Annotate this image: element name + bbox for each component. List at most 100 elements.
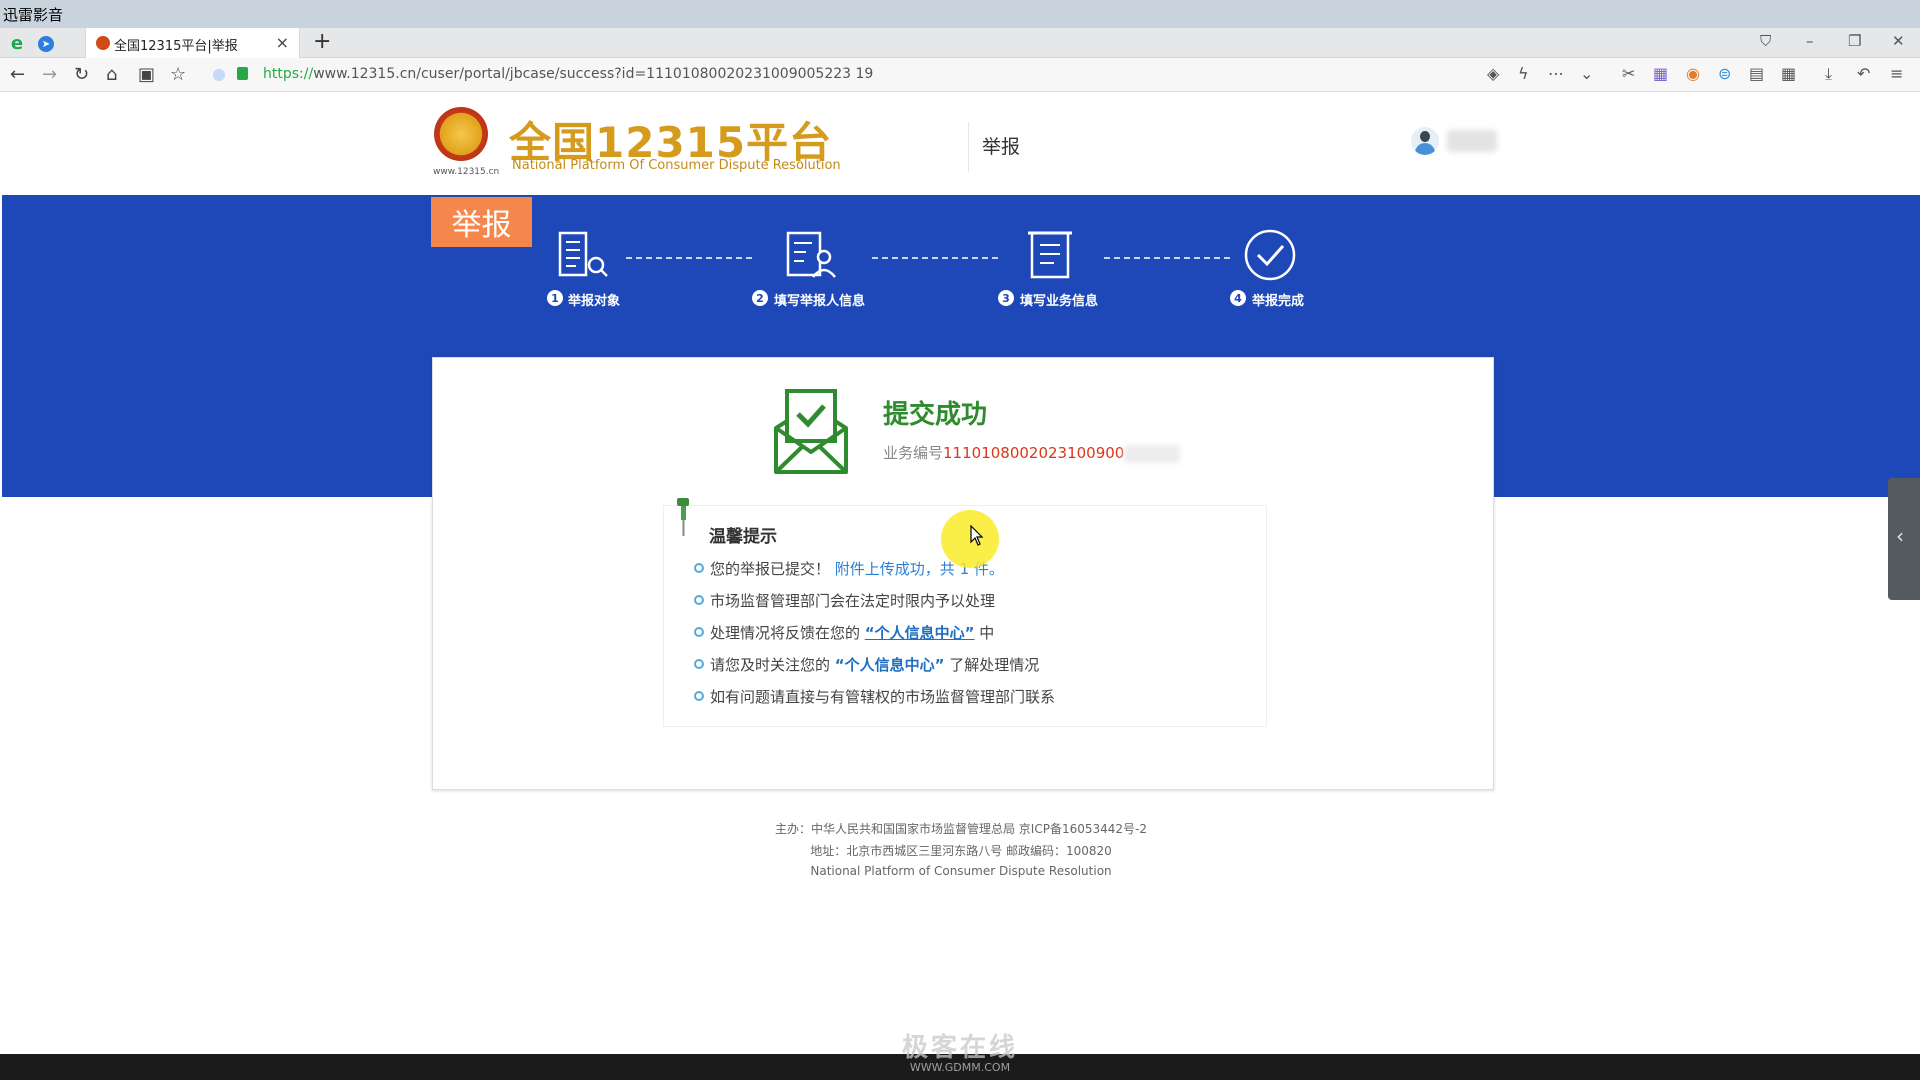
player-title: 迅雷影音 xyxy=(3,6,64,24)
check-complete-icon xyxy=(1244,229,1296,281)
watermark-logo: 极客在线 xyxy=(901,1033,1018,1063)
send-icon[interactable]: ➤ xyxy=(38,36,54,52)
bullet-icon xyxy=(694,691,704,701)
step-connector xyxy=(1104,257,1230,259)
new-tab-button[interactable]: + xyxy=(313,29,331,54)
url-field[interactable]: https://www.12315.cn/cuser/portal/jbcase… xyxy=(205,63,1465,87)
shield-icon[interactable]: ◈ xyxy=(1487,64,1499,83)
success-title: 提交成功 xyxy=(883,400,988,430)
bullet-icon xyxy=(694,595,704,605)
tip-item-2: 市场监督管理部门会在法定时限内予以处理 xyxy=(694,590,995,611)
case-number: 业务编号1110108002023100900 xyxy=(883,442,1181,463)
tip-2-text: 市场监督管理部门会在法定时限内予以处理 xyxy=(710,592,996,610)
address-toolbar: ← → ↻ ⌂ ▣ ☆ https://www.12315.cn/cuser/p… xyxy=(0,58,1920,92)
refresh-icon[interactable]: ↻ xyxy=(74,64,89,85)
envelope-check-icon xyxy=(774,389,848,474)
tip-item-5: 如有问题请直接与有管辖权的市场监督管理部门联系 xyxy=(694,686,1055,707)
step-connector xyxy=(626,257,752,259)
header-divider xyxy=(968,122,969,172)
personal-center-link[interactable]: “个人信息中心” xyxy=(865,624,975,642)
tip-item-4: 请您及时关注您的 “个人信息中心” 了解处理情况 xyxy=(694,654,1039,675)
tip-3-suffix: 中 xyxy=(979,624,995,642)
footer-sponsor: 主办：中华人民共和国国家市场监督管理总局 京ICP备16053442号-2 xyxy=(774,822,1147,836)
game-icon[interactable]: ◉ xyxy=(1686,64,1700,83)
close-window-icon[interactable]: ✕ xyxy=(1892,32,1905,50)
success-card: 提交成功 业务编号1110108002023100900 温馨提示 您的举报已提… xyxy=(432,357,1494,790)
apps-grid-icon[interactable]: ▦ xyxy=(1781,64,1796,83)
case-number-value: 1110108002023100900 xyxy=(943,444,1125,462)
favorites-icon[interactable]: ☆ xyxy=(170,64,186,85)
lightning-icon[interactable]: ϟ xyxy=(1518,64,1529,83)
extension-icon[interactable]: ▦ xyxy=(1653,64,1668,83)
bullet-icon xyxy=(694,627,704,637)
footer-english: National Platform of Consumer Dispute Re… xyxy=(810,864,1112,878)
browser-tab-strip: e ➤ 全国12315平台|举报 × + ⛉ – ❐ ✕ xyxy=(0,28,1920,58)
chevron-left-icon: ‹ xyxy=(1896,524,1904,548)
national-emblem-icon[interactable] xyxy=(434,107,488,161)
case-number-label: 业务编号 xyxy=(883,444,944,462)
mouse-cursor-icon xyxy=(970,525,984,546)
url-scheme: https:// xyxy=(263,66,314,82)
tab-title: 全国12315平台|举报 xyxy=(114,39,238,54)
footer-address: 地址：北京市西城区三里河东路八号 邮政编码：100820 xyxy=(810,844,1112,858)
report-target-icon xyxy=(558,231,608,277)
chevron-down-icon[interactable]: ⌄ xyxy=(1580,64,1593,83)
tip-4-text: 请您及时关注您的 xyxy=(710,656,831,674)
site-favicon-icon xyxy=(96,36,110,50)
step-label-3: 填写业务信息 xyxy=(1020,294,1099,309)
reporter-info-icon xyxy=(786,231,836,278)
bullet-icon xyxy=(694,659,704,669)
user-name-blurred[interactable] xyxy=(1447,130,1497,152)
watermark: 极客在线 WWW.GDMM.COM xyxy=(860,1034,1060,1074)
home-icon[interactable]: ⌂ xyxy=(106,64,117,85)
step-label-4: 举报完成 xyxy=(1252,294,1305,309)
briefcase-icon[interactable]: ▣ xyxy=(138,64,155,85)
restore-icon[interactable]: ❐ xyxy=(1848,32,1861,50)
pushpin-icon xyxy=(677,498,689,536)
player-title-bar: 迅雷影音 xyxy=(0,0,1920,28)
step-number-4: 4 xyxy=(1230,290,1246,306)
url-text: https://www.12315.cn/cuser/portal/jbcase… xyxy=(263,66,873,82)
download-icon[interactable]: ⤓ xyxy=(1825,64,1832,84)
tab-active[interactable]: 全国12315平台|举报 × xyxy=(85,28,300,58)
side-collapse-handle[interactable]: ‹ xyxy=(1888,478,1920,600)
tip-item-3: 处理情况将反馈在您的 “个人信息中心” 中 xyxy=(694,622,994,643)
case-number-blurred xyxy=(1124,444,1181,463)
report-tag: 举报 xyxy=(431,197,532,247)
personal-center-mention[interactable]: “个人信息中心” xyxy=(835,656,945,674)
close-tab-icon[interactable]: × xyxy=(276,33,289,52)
step-number-1: 1 xyxy=(547,290,563,306)
site-info-icon[interactable] xyxy=(213,69,225,81)
undo-icon[interactable]: ↶ xyxy=(1857,64,1870,83)
watermark-url: WWW.GDMM.COM xyxy=(909,1061,1011,1074)
step-connector xyxy=(872,257,998,259)
nav-report[interactable]: 举报 xyxy=(982,132,1020,159)
site-header: www.12315.cn 全国12315平台 National Platform… xyxy=(2,92,1920,195)
menu-icon[interactable]: ≡ xyxy=(1890,64,1903,83)
screenshot-icon[interactable]: ▤ xyxy=(1749,64,1764,83)
translate-icon[interactable]: ⊜ xyxy=(1718,64,1731,83)
url-path: www.12315.cn/cuser/portal/jbcase/success… xyxy=(313,66,874,82)
step-label-2: 填写举报人信息 xyxy=(774,294,866,309)
forward-icon[interactable]: → xyxy=(42,64,57,85)
tip-5-text: 如有问题请直接与有管辖权的市场监督管理部门联系 xyxy=(710,688,1056,706)
tip-1-text: 您的举报已提交！ xyxy=(710,560,831,578)
step-number-3: 3 xyxy=(998,290,1014,306)
shirt-skin-icon[interactable]: ⛉ xyxy=(1760,32,1771,50)
browser-logo-icon[interactable]: e xyxy=(6,32,28,54)
emblem-url: www.12315.cn xyxy=(433,167,500,177)
site-logo-subtitle: National Platform Of Consumer Dispute Re… xyxy=(512,158,841,173)
business-info-icon xyxy=(1028,231,1072,279)
tip-3-text: 处理情况将反馈在您的 xyxy=(710,624,861,642)
bullet-icon xyxy=(694,563,704,573)
more-icon[interactable]: ⋯ xyxy=(1548,64,1564,83)
user-avatar-icon[interactable] xyxy=(1411,127,1439,155)
step-number-2: 2 xyxy=(752,290,768,306)
tip-4-suffix: 了解处理情况 xyxy=(949,656,1040,674)
minimize-icon[interactable]: – xyxy=(1806,32,1814,50)
step-label-1: 举报对象 xyxy=(568,294,621,309)
tips-title: 温馨提示 xyxy=(709,527,777,547)
scissors-icon[interactable]: ✂ xyxy=(1622,64,1635,83)
back-icon[interactable]: ← xyxy=(10,64,25,85)
web-page: www.12315.cn 全国12315平台 National Platform… xyxy=(2,92,1920,1054)
